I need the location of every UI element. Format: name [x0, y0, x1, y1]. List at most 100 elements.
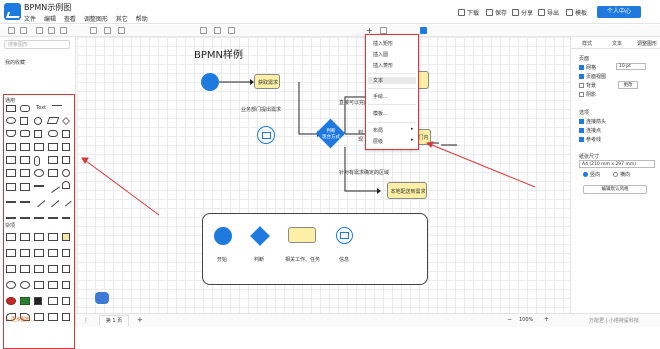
menu-other[interactable]: 其它: [116, 16, 128, 23]
misc-oval-shape[interactable]: [20, 281, 30, 289]
menu-insert-diamond[interactable]: 插入菱形: [373, 62, 393, 69]
tab-style[interactable]: 样式: [582, 40, 592, 47]
parallelogram-shape[interactable]: [46, 117, 60, 124]
grid-size-input[interactable]: 10 pt: [616, 63, 646, 70]
menu-adjust[interactable]: 调整图形: [84, 16, 108, 23]
arrow-line-shape[interactable]: [32, 194, 46, 208]
misc-black-shape[interactable]: [34, 297, 42, 305]
page-tab-1[interactable]: 第 1 页: [99, 315, 129, 326]
line-shape[interactable]: [34, 185, 44, 187]
callout-shape[interactable]: [62, 143, 70, 151]
paper-size-select[interactable]: A4 (210 mm x 297 mm): [579, 160, 655, 168]
process-shape[interactable]: [6, 143, 16, 151]
misc-banner-shape[interactable]: [48, 313, 58, 321]
zoom-in-icon[interactable]: +: [544, 316, 549, 323]
misc-note-shape[interactable]: [62, 233, 70, 241]
plus-shape[interactable]: [20, 156, 30, 164]
tab-arrange[interactable]: 调整图形: [637, 40, 657, 47]
actor-shape[interactable]: [34, 156, 40, 166]
guides-checkbox[interactable]: 参考线: [579, 136, 601, 143]
or-shape[interactable]: [62, 169, 70, 177]
general-section[interactable]: 通用: [5, 97, 15, 104]
container-shape[interactable]: [20, 169, 30, 177]
rounded-rect-shape[interactable]: [20, 105, 30, 112]
misc-window-shape[interactable]: [20, 265, 30, 273]
line4-shape[interactable]: [20, 217, 30, 219]
connector-shape[interactable]: [60, 195, 72, 207]
menu-freehand[interactable]: 手绘...: [373, 93, 388, 100]
menu-insert-circle[interactable]: 插入圆: [373, 51, 388, 58]
line5-shape[interactable]: [34, 217, 44, 219]
shadow-checkbox[interactable]: 阴影: [579, 91, 596, 98]
paste-icon[interactable]: [60, 27, 67, 34]
portrait-radio[interactable]: 竖向: [583, 171, 600, 178]
line-style-icon[interactable]: [200, 27, 207, 34]
line7-shape[interactable]: [62, 217, 70, 219]
background-change-button[interactable]: 更改: [618, 81, 638, 89]
misc-frame-shape[interactable]: [62, 249, 70, 257]
misc-box-shape[interactable]: [34, 281, 44, 289]
misc-green-shape[interactable]: [20, 297, 30, 305]
misc-table-shape[interactable]: [6, 233, 16, 241]
page-view-checkbox[interactable]: 页面视图: [579, 73, 606, 80]
misc-form-shape[interactable]: [48, 265, 58, 273]
menu-insert-rect[interactable]: 插入矩形: [373, 40, 393, 47]
text-shape[interactable]: Text: [36, 105, 46, 111]
card-shape[interactable]: [34, 143, 44, 151]
menu-text[interactable]: 文本: [368, 77, 416, 84]
ai-icon[interactable]: [420, 27, 427, 34]
diagram-canvas[interactable]: BPMN样例 获取需求 业务部门提出需求 判断 现合方式 直接可以完成 判 现 …: [77, 37, 570, 313]
terminator-shape[interactable]: [48, 130, 58, 137]
copy-icon[interactable]: [48, 27, 55, 34]
line6-shape[interactable]: [48, 217, 58, 219]
folder-shape[interactable]: [48, 169, 58, 177]
cloud-shape[interactable]: [34, 169, 44, 177]
ellipse-shape[interactable]: [6, 117, 16, 124]
misc-image-shape[interactable]: [48, 249, 58, 257]
circle-shape[interactable]: [34, 117, 42, 125]
square-shape[interactable]: [20, 117, 28, 125]
landscape-radio[interactable]: 横向: [613, 171, 630, 178]
curve-shape[interactable]: [62, 181, 70, 189]
fill-icon[interactable]: [118, 27, 125, 34]
zoom-level[interactable]: 100%: [519, 317, 533, 323]
misc-panel-shape[interactable]: [48, 281, 58, 289]
table-shape[interactable]: [6, 183, 16, 191]
misc-dialog-shape[interactable]: [62, 265, 70, 273]
misc-grid-shape[interactable]: [20, 233, 30, 241]
more-shapes-link[interactable]: + 更多图形...: [5, 316, 36, 323]
textbox-shape[interactable]: [52, 105, 62, 112]
template-button[interactable]: 模板: [566, 8, 587, 17]
document-shape[interactable]: [6, 130, 16, 137]
add-page-icon[interactable]: +: [137, 316, 143, 324]
share-button[interactable]: 分享: [512, 8, 533, 17]
menu-file[interactable]: 文件: [24, 16, 36, 23]
tab-text[interactable]: 文本: [612, 40, 622, 47]
menu-template[interactable]: 模板...: [373, 110, 388, 117]
misc-ribbon-shape[interactable]: [62, 313, 70, 321]
cylinder-shape[interactable]: [20, 130, 30, 137]
edit-default-style-button[interactable]: 编辑默认风格: [583, 185, 647, 194]
step-shape[interactable]: [6, 156, 16, 164]
misc-browser-shape[interactable]: [34, 265, 44, 273]
misc-list-shape[interactable]: [34, 233, 44, 241]
misc-ui-shape[interactable]: [6, 265, 16, 273]
dashed-line-shape[interactable]: [20, 201, 30, 203]
misc-matrix-shape[interactable]: [48, 233, 58, 241]
connection-arrows-checkbox[interactable]: 连接箭头: [579, 118, 606, 125]
rectangle-shape[interactable]: [6, 105, 16, 112]
predefined-shape[interactable]: [20, 143, 30, 151]
diamond-shape[interactable]: [62, 117, 70, 125]
menu-help[interactable]: 帮助: [136, 16, 148, 23]
misc-label-shape[interactable]: [20, 249, 30, 257]
redo-icon[interactable]: [20, 27, 27, 34]
grid-checkbox[interactable]: 网格: [579, 64, 596, 71]
connector-icon[interactable]: [214, 27, 221, 34]
connection-points-checkbox[interactable]: 连接点: [579, 127, 601, 134]
misc-link-shape[interactable]: [6, 249, 16, 257]
misc-card-shape[interactable]: [62, 281, 70, 289]
misc-heading-shape[interactable]: [34, 249, 44, 257]
diagonal-line-shape[interactable]: [46, 179, 60, 193]
list-shape[interactable]: [20, 183, 30, 191]
swimlane-shape[interactable]: [6, 169, 16, 177]
